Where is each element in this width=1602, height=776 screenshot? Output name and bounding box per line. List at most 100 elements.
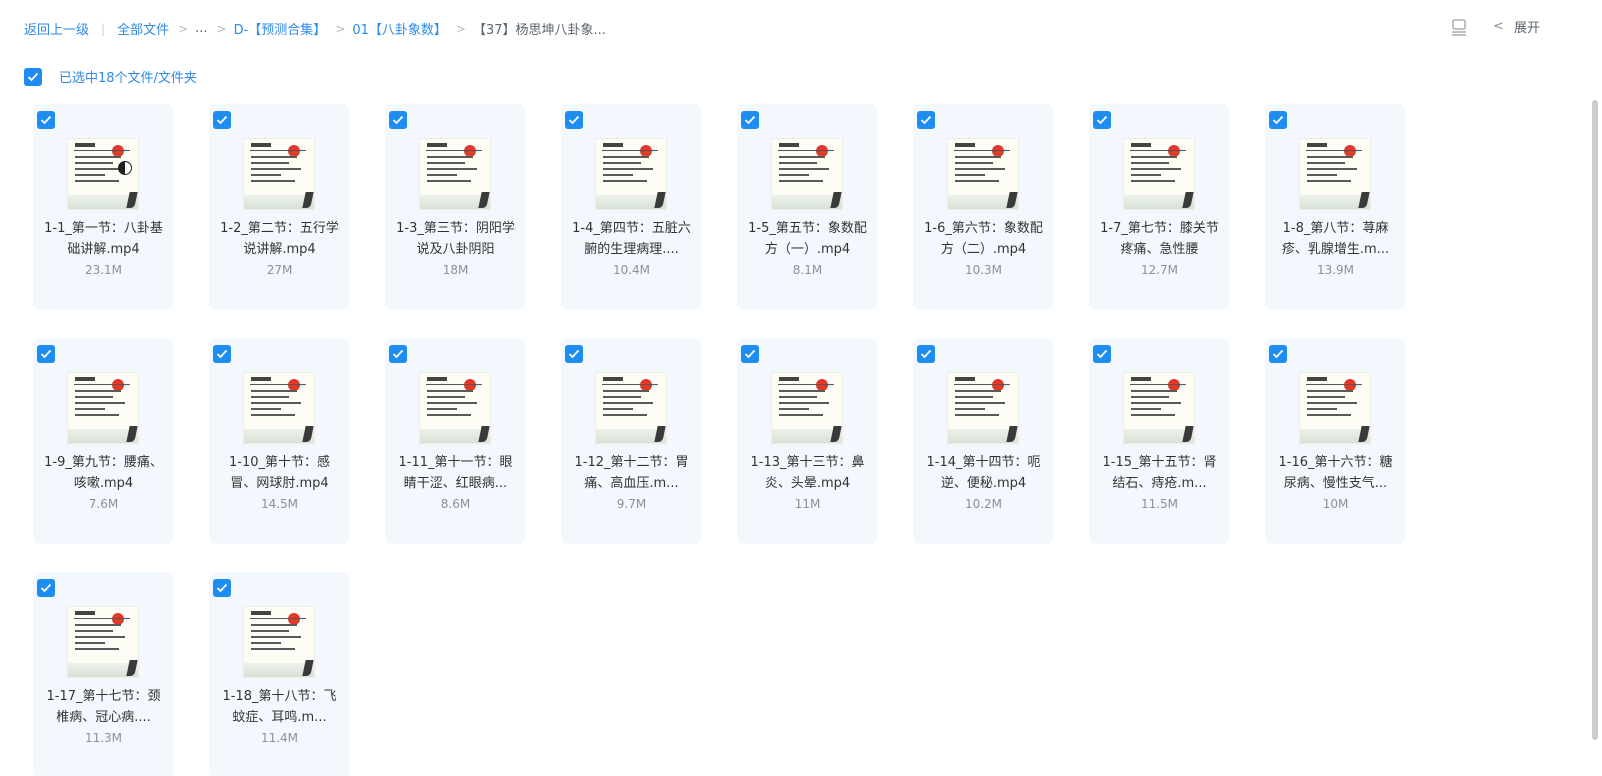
thumbnail-text-line <box>75 624 121 626</box>
video-thumbnail <box>596 373 666 443</box>
thumbnail-text-line <box>251 642 281 644</box>
file-checkbox[interactable] <box>389 111 407 129</box>
file-card[interactable]: 1-18_第十八节：飞蚊症、耳鸣.m... 11.4M <box>209 572 350 776</box>
file-card[interactable]: 1-2_第二节：五行学说讲解.mp4 27M <box>209 104 350 310</box>
file-checkbox[interactable] <box>37 111 55 129</box>
file-card[interactable]: 1-3_第三节：阴阳学说及八卦阴阳 18M <box>385 104 526 310</box>
file-card[interactable]: 1-12_第十二节：胃痛、高血压.m... 9.7M <box>561 338 702 544</box>
file-card[interactable]: 1-7_第七节：膝关节疼痛、急性腰 12.7M <box>1089 104 1230 310</box>
file-name: 1-1_第一节：八卦基础讲解.mp4 <box>44 221 163 257</box>
thumbnail-text-line <box>75 414 119 416</box>
expand-button[interactable]: < 展开 <box>1493 17 1540 36</box>
video-thumbnail <box>68 607 138 677</box>
select-all-checkbox[interactable] <box>24 67 42 86</box>
thumbnail-text-line <box>955 168 1005 170</box>
file-checkbox[interactable] <box>1093 345 1111 363</box>
file-card[interactable]: 1-4_第四节：五脏六腑的生理病理.... 10.4M <box>561 104 702 310</box>
file-card[interactable]: 1-6_第六节：象数配方（二）.mp4 10.3M <box>913 104 1054 310</box>
selection-summary-row: 已选中18个文件/文件夹 <box>24 67 197 86</box>
chevron-left-icon: < <box>1493 19 1504 34</box>
thumbnail-text-line <box>603 414 647 416</box>
thumbnail-text-line <box>75 408 105 410</box>
breadcrumb-ellipsis[interactable]: ... <box>195 21 207 36</box>
top-right-tools: < 展开 <box>1451 17 1540 36</box>
list-view-icon[interactable] <box>1451 18 1467 36</box>
file-checkbox[interactable] <box>1093 111 1111 129</box>
file-card[interactable]: 1-11_第十一节：眼睛干涩、红眼病... 8.6M <box>385 338 526 544</box>
file-checkbox[interactable] <box>1269 111 1287 129</box>
file-card[interactable]: 1-17_第十七节：颈椎病、冠心病.... 11.3M <box>33 572 174 776</box>
file-card[interactable]: 1-15_第十五节：肾结石、痔疮.m... 11.5M <box>1089 338 1230 544</box>
file-checkbox[interactable] <box>1269 345 1287 363</box>
chevron-right-icon: > <box>335 21 346 36</box>
chevron-right-icon: > <box>216 21 227 36</box>
file-card[interactable]: 1-5_第五节：象数配方（一）.mp4 8.1M <box>737 104 878 310</box>
file-card[interactable]: 1-13_第十三节：鼻炎、头晕.mp4 11M <box>737 338 878 544</box>
back-link[interactable]: 返回上一级 <box>24 19 89 38</box>
vertical-scrollbar[interactable] <box>1592 100 1598 740</box>
file-size: 11.5M <box>1140 497 1179 511</box>
thumbnail-text-line <box>251 168 301 170</box>
file-name: 1-3_第三节：阴阳学说及八卦阴阳 <box>396 221 515 257</box>
thumbnail-title-mark <box>75 143 95 147</box>
file-checkbox[interactable] <box>213 579 231 597</box>
file-size: 7.6M <box>88 497 119 511</box>
breadcrumb-level2[interactable]: 01【八卦象数】 <box>352 19 447 38</box>
file-size: 14.5M <box>260 497 299 511</box>
video-thumbnail <box>1300 139 1370 209</box>
thumbnail-title-mark <box>1131 377 1151 381</box>
chevron-right-icon: > <box>178 21 189 36</box>
thumbnail-rule <box>250 384 306 385</box>
thumbnail-text-line <box>779 402 829 404</box>
thumbnail-text-line <box>251 408 281 410</box>
file-size: 27M <box>266 263 293 277</box>
thumbnail-text-line <box>779 174 809 176</box>
file-card[interactable]: 1-10_第十节：感冒、网球肘.mp4 14.5M <box>209 338 350 544</box>
file-checkbox[interactable] <box>389 345 407 363</box>
file-card[interactable]: 1-1_第一节：八卦基础讲解.mp4 23.1M <box>33 104 174 310</box>
file-checkbox[interactable] <box>741 345 759 363</box>
file-card[interactable]: 1-14_第十四节：呃逆、便秘.mp4 10.2M <box>913 338 1054 544</box>
thumbnail-text-line <box>1131 156 1177 158</box>
thumbnail-text-line <box>603 180 647 182</box>
thumbnail-text-line <box>427 174 457 176</box>
thumbnail-text-line <box>251 396 289 398</box>
file-card[interactable]: 1-16_第十六节：糖尿病、慢性支气... 10M <box>1265 338 1406 544</box>
file-card[interactable]: 1-9_第九节：腰痛、咳嗽.mp4 7.6M <box>33 338 174 544</box>
file-checkbox[interactable] <box>917 345 935 363</box>
thumbnail-text-line <box>427 168 477 170</box>
file-size: 10.2M <box>964 497 1003 511</box>
file-grid: 1-1_第一节：八卦基础讲解.mp4 23.1M 1-2_第二节：五行学说讲解.… <box>33 104 1553 776</box>
file-card[interactable]: 1-8_第八节：荨麻疹、乳腺增生.m... 13.9M <box>1265 104 1406 310</box>
thumbnail-rule <box>426 384 482 385</box>
thumbnail-text-line <box>75 180 119 182</box>
thumbnail-rule <box>74 618 130 619</box>
thumbnail-text-line <box>251 180 295 182</box>
video-thumbnail <box>244 607 314 677</box>
file-size: 11.3M <box>84 731 123 745</box>
thumbnail-title-mark <box>603 377 623 381</box>
thumbnail-text-line <box>1131 180 1175 182</box>
thumbnail-text-line <box>955 396 993 398</box>
file-checkbox[interactable] <box>37 345 55 363</box>
file-checkbox[interactable] <box>565 111 583 129</box>
file-checkbox[interactable] <box>213 345 231 363</box>
file-checkbox[interactable] <box>565 345 583 363</box>
file-checkbox[interactable] <box>37 579 55 597</box>
thumbnail-title-mark <box>75 611 95 615</box>
breadcrumb-root[interactable]: 全部文件 <box>117 19 169 38</box>
video-thumbnail <box>772 373 842 443</box>
thumbnail-text-line <box>955 390 1001 392</box>
thumbnail-text-line <box>779 180 823 182</box>
thumbnail-text-line <box>1131 162 1169 164</box>
thumbnail-text-line <box>427 414 471 416</box>
thumbnail-title-mark <box>75 377 95 381</box>
separator-bar: | <box>101 21 106 36</box>
file-size: 8.6M <box>440 497 471 511</box>
file-checkbox[interactable] <box>213 111 231 129</box>
file-checkbox[interactable] <box>741 111 759 129</box>
file-checkbox[interactable] <box>917 111 935 129</box>
thumbnail-rule <box>426 150 482 151</box>
file-size: 10.4M <box>612 263 651 277</box>
breadcrumb-level1[interactable]: D-【预测合集】 <box>234 19 327 38</box>
